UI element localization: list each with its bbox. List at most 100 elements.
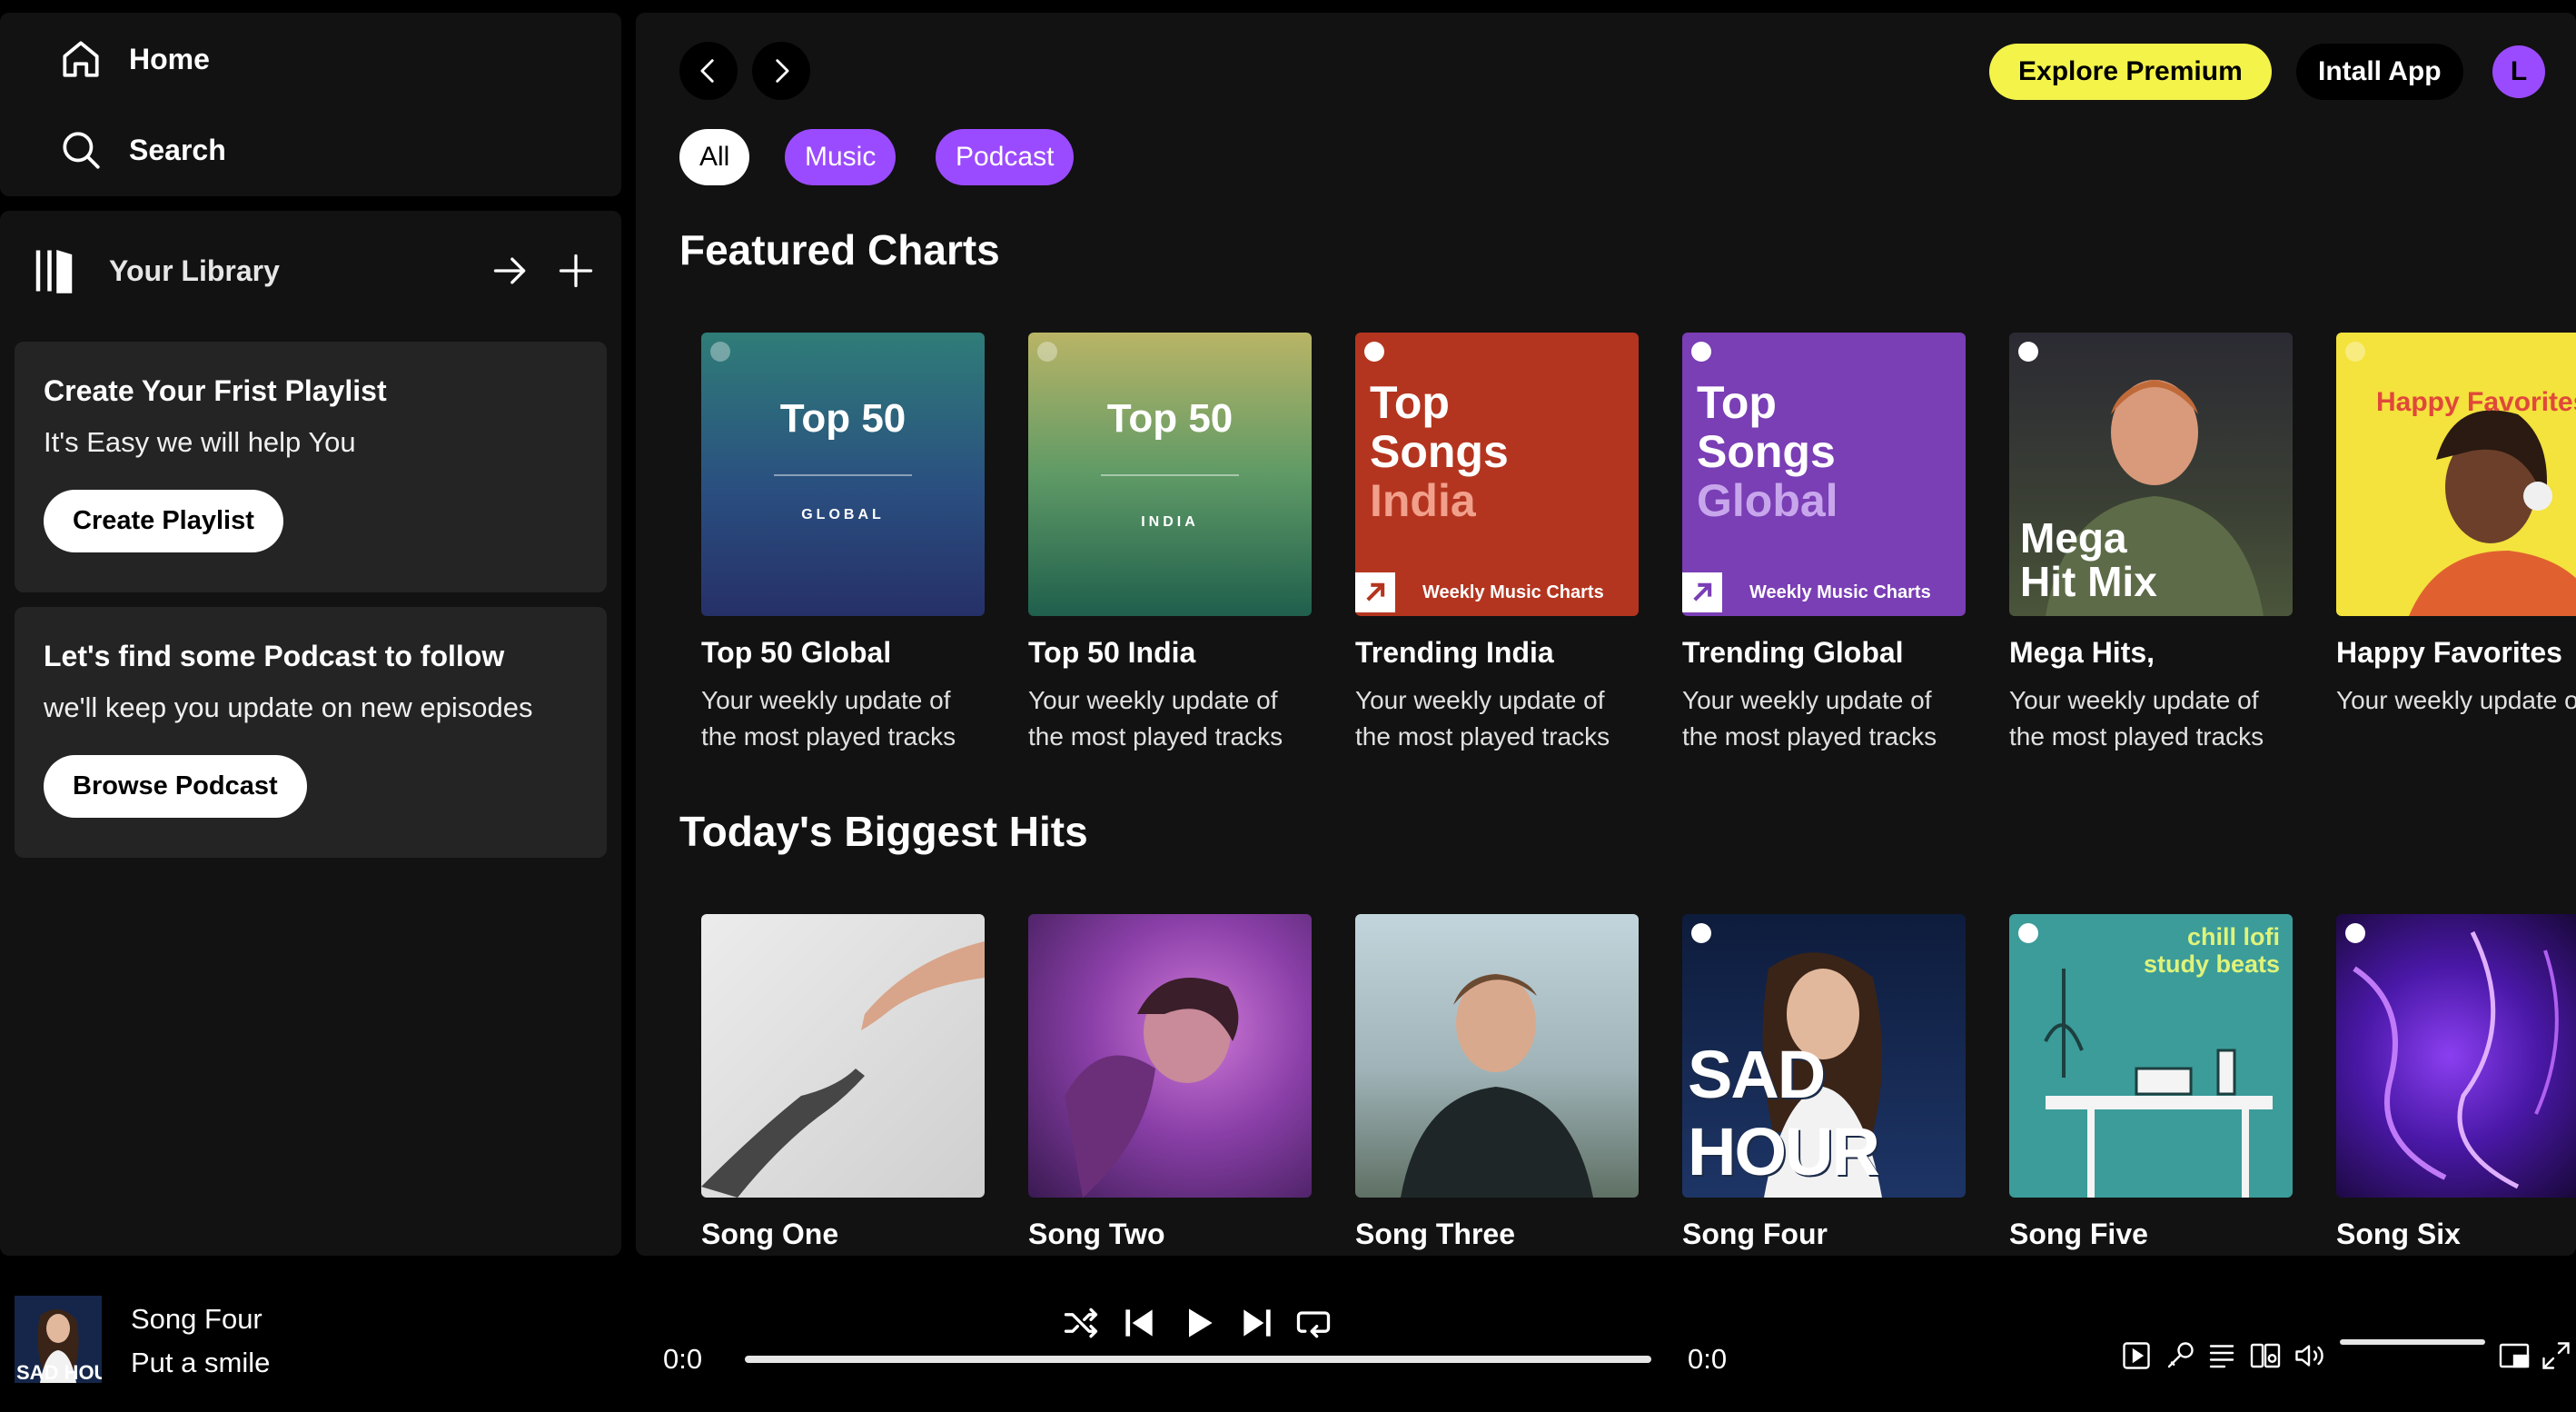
avatar[interactable]: L xyxy=(2492,45,2545,98)
now-playing-artist[interactable]: Put a smile xyxy=(131,1347,270,1379)
play-button[interactable] xyxy=(1179,1303,1219,1343)
abstract-art xyxy=(2353,930,2559,1189)
create-playlist-button[interactable]: Create Playlist xyxy=(44,490,283,552)
explore-premium-button[interactable]: Explore Premium xyxy=(1989,44,2272,100)
card-title: Happy Favorites xyxy=(2336,636,2562,669)
picture-in-picture-icon xyxy=(2498,1339,2531,1372)
podcast-promo-subtitle: we'll keep you update on new episodes xyxy=(44,691,533,723)
connect-device-button[interactable] xyxy=(2249,1339,2282,1372)
song-card-six[interactable]: Song Six xyxy=(2336,914,2576,1251)
cover-art: Top 50 GLOBAL xyxy=(701,333,985,616)
cover-art: Top 50 INDIA xyxy=(1028,333,1312,616)
shuffle-icon xyxy=(1061,1303,1101,1343)
browse-podcast-button[interactable]: Browse Podcast xyxy=(44,755,307,818)
cover-title-accent: India xyxy=(1370,475,1476,526)
miniplayer-button[interactable] xyxy=(2498,1339,2531,1372)
cover-art: Mega Hit Mix xyxy=(2009,333,2293,616)
library-icon[interactable] xyxy=(29,244,84,298)
filter-music[interactable]: Music xyxy=(785,129,897,185)
cover-title: Top Songs India xyxy=(1370,378,1509,525)
now-playing-title[interactable]: Song Four xyxy=(131,1303,263,1336)
microphone-icon xyxy=(2164,1339,2196,1372)
back-button[interactable] xyxy=(679,42,738,100)
song-card-five[interactable]: chill lofi study beats Song Five xyxy=(2009,914,2293,1251)
elapsed-time: 0:0 xyxy=(663,1343,703,1375)
library-header: Your Library xyxy=(29,244,596,298)
card-title: Top 50 Global xyxy=(701,636,892,669)
now-playing-view-button[interactable] xyxy=(2120,1339,2153,1372)
nav-search[interactable]: Search xyxy=(58,127,226,173)
cover-text: SAD HOUR xyxy=(1688,1037,1880,1189)
cover-title-main: Top Songs xyxy=(1370,377,1509,477)
cover-art: Happy Favorites xyxy=(2336,333,2576,616)
song-card-four[interactable]: SAD HOUR Song Four xyxy=(1682,914,1966,1251)
cover-footer-label: Weekly Music Charts xyxy=(1749,582,1931,602)
queue-button[interactable] xyxy=(2205,1339,2238,1372)
card-description: Your weekly update of the most played tr… xyxy=(701,686,956,751)
portrait-photo xyxy=(1401,974,1593,1198)
featured-charts-title: Featured Charts xyxy=(679,226,1000,273)
cover-art xyxy=(1355,914,1639,1198)
song-card-one[interactable]: Song One xyxy=(701,914,985,1251)
lyrics-button[interactable] xyxy=(2164,1339,2196,1372)
skip-back-icon xyxy=(1119,1303,1159,1343)
spotify-icon xyxy=(1691,923,1711,943)
duration-time: 0:0 xyxy=(1688,1343,1728,1375)
arrow-up-right-icon xyxy=(1682,572,1722,612)
now-playing-cover[interactable]: SAD HOUR xyxy=(15,1296,102,1383)
plus-icon[interactable] xyxy=(556,251,596,291)
previous-button[interactable] xyxy=(1119,1303,1159,1343)
cover-art xyxy=(2336,914,2576,1198)
card-title: Song Six xyxy=(2336,1218,2461,1250)
card-title: Trending India xyxy=(1355,636,1554,669)
podcast-promo-title: Let's find some Podcast to follow xyxy=(44,640,505,672)
album-art: SAD HOUR xyxy=(15,1296,102,1383)
arrow-right-icon[interactable] xyxy=(490,251,530,291)
install-app-button[interactable]: Intall App xyxy=(2296,44,2463,100)
play-icon xyxy=(1179,1303,1219,1343)
library-title[interactable]: Your Library xyxy=(109,254,280,288)
shuffle-button[interactable] xyxy=(1061,1303,1101,1343)
card-description: Your weekly update of the most played tr… xyxy=(1355,686,1610,751)
song-card-three[interactable]: Song Three xyxy=(1355,914,1639,1251)
chart-card-top50-global[interactable]: Top 50 GLOBAL Top 50 Global Your weekly … xyxy=(701,333,985,755)
card-description: Your weekly update of the most played tr… xyxy=(2009,686,2264,751)
volume-slider[interactable] xyxy=(2340,1339,2485,1345)
home-icon xyxy=(58,36,104,82)
mute-button[interactable] xyxy=(2293,1339,2325,1372)
chart-card-trending-global[interactable]: Top Songs Global Weekly Music Charts Tre… xyxy=(1682,333,1966,755)
chart-card-trending-india[interactable]: Top Songs India Weekly Music Charts Tren… xyxy=(1355,333,1639,755)
repeat-button[interactable] xyxy=(1293,1303,1333,1343)
cover-divider xyxy=(1101,474,1239,476)
chart-card-happy-favorites[interactable]: Happy Favorites Happy Favorites Your wee… xyxy=(2336,333,2576,719)
filter-podcast[interactable]: Podcast xyxy=(936,129,1075,185)
cover-title: Top Songs Global xyxy=(1697,378,1838,525)
forward-button[interactable] xyxy=(752,42,810,100)
expand-icon xyxy=(2540,1339,2572,1372)
chart-card-mega-hits[interactable]: Mega Hit Mix Mega Hits, Your weekly upda… xyxy=(2009,333,2293,755)
card-title: Trending Global xyxy=(1682,636,1904,669)
spotify-icon xyxy=(2018,342,2038,362)
next-button[interactable] xyxy=(1237,1303,1277,1343)
filter-all[interactable]: All xyxy=(679,129,750,185)
card-description: Your weekly update of the most played tr… xyxy=(2336,682,2576,719)
biggest-hits-title: Today's Biggest Hits xyxy=(679,808,1088,855)
cover-footer: Weekly Music Charts xyxy=(1682,569,1966,616)
cover-text: chill lofi study beats xyxy=(2143,923,2280,978)
card-title: Song Two xyxy=(1028,1218,1165,1250)
progress-bar[interactable] xyxy=(745,1356,1651,1363)
queue-icon xyxy=(2205,1339,2238,1372)
cover-art: chill lofi study beats xyxy=(2009,914,2293,1198)
sidebar-nav: Home Search xyxy=(0,13,621,196)
nav-home[interactable]: Home xyxy=(58,36,210,82)
devices-icon xyxy=(2249,1339,2282,1372)
chart-card-top50-india[interactable]: Top 50 INDIA Top 50 India Your weekly up… xyxy=(1028,333,1312,755)
cover-footer: Weekly Music Charts xyxy=(1355,569,1639,616)
song-card-two[interactable]: Song Two xyxy=(1028,914,1312,1251)
cover-title: Mega Hit Mix xyxy=(2020,514,2157,605)
cover-art xyxy=(701,914,985,1198)
fullscreen-button[interactable] xyxy=(2540,1339,2572,1372)
cover-subtitle: INDIA xyxy=(1141,514,1199,530)
search-icon xyxy=(58,127,104,173)
spotify-icon xyxy=(2345,342,2365,362)
